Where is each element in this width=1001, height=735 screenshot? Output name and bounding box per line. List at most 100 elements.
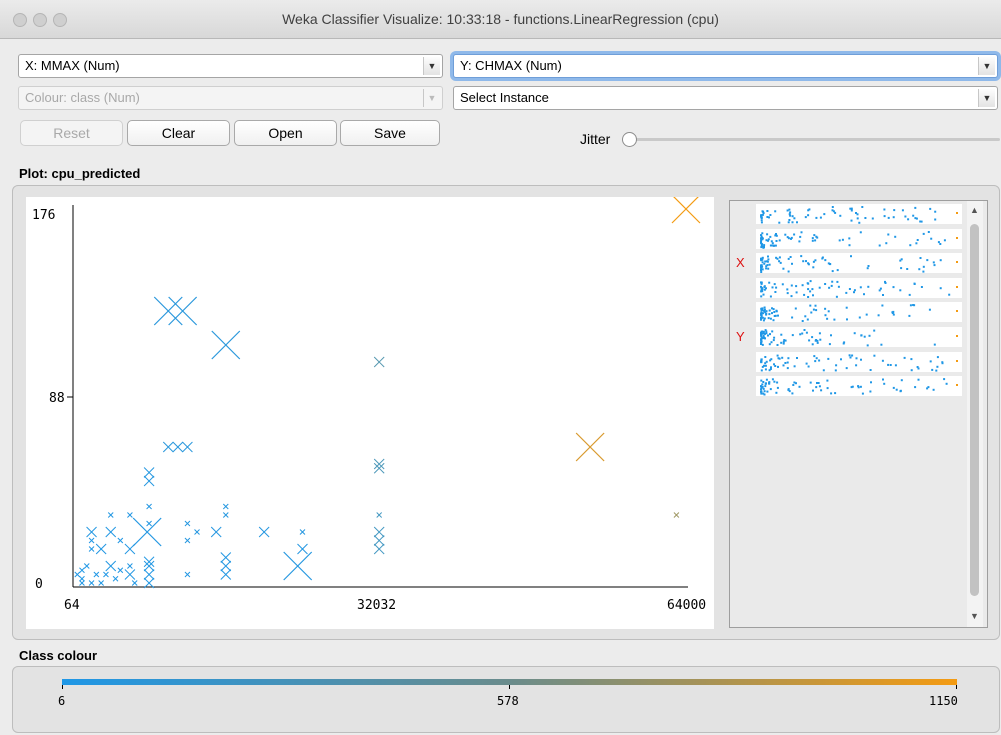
scatter-point[interactable] xyxy=(671,194,701,224)
scatter-point[interactable] xyxy=(74,571,81,578)
scatter-point[interactable] xyxy=(373,526,385,538)
scatter-point[interactable] xyxy=(283,551,313,581)
scrollbar-thumb[interactable] xyxy=(970,224,979,596)
save-button[interactable]: Save xyxy=(340,120,440,146)
scatter-point[interactable] xyxy=(79,567,85,574)
scatter-point[interactable] xyxy=(194,529,200,535)
scatter-point[interactable] xyxy=(143,475,155,487)
scatter-point[interactable] xyxy=(146,503,152,510)
attribute-strip[interactable] xyxy=(756,277,962,298)
scatter-point[interactable] xyxy=(258,526,270,538)
scatter-point[interactable] xyxy=(127,512,133,518)
scatter-point[interactable] xyxy=(373,543,385,555)
scatter-point[interactable] xyxy=(220,552,232,563)
x-axis-marker: X xyxy=(736,255,745,271)
select-instance-select[interactable]: Select Instance ▼ xyxy=(453,86,998,110)
scatter-point[interactable] xyxy=(93,571,100,578)
attribute-strip[interactable] xyxy=(756,302,962,323)
attribute-strip[interactable] xyxy=(756,253,962,274)
scatter-point[interactable] xyxy=(117,567,124,574)
scatter-point[interactable] xyxy=(88,537,95,544)
attribute-strip[interactable] xyxy=(756,228,962,249)
scatter-point[interactable] xyxy=(88,580,95,586)
scatter-point[interactable] xyxy=(168,296,198,326)
attribute-strip[interactable] xyxy=(756,351,962,372)
x-tick-label: 64 xyxy=(64,598,80,613)
scatter-point[interactable] xyxy=(376,512,383,518)
scatter-point[interactable] xyxy=(143,467,155,478)
chevron-down-icon: ▼ xyxy=(978,57,995,75)
colour-select-value: Colour: class (Num) xyxy=(25,90,140,105)
jitter-slider-handle[interactable] xyxy=(622,132,637,147)
attribute-strip[interactable] xyxy=(756,376,962,397)
chevron-down-icon: ▼ xyxy=(423,89,440,107)
y-axis-marker: Y xyxy=(736,329,745,344)
scatter-point[interactable] xyxy=(88,546,95,552)
scatter-point[interactable] xyxy=(86,526,97,538)
scatter-point[interactable] xyxy=(127,563,133,569)
scatter-point[interactable] xyxy=(131,580,138,586)
scatter-point[interactable] xyxy=(373,356,385,368)
scatter-point[interactable] xyxy=(143,556,155,568)
scatter-point[interactable] xyxy=(105,526,117,538)
scatter-point[interactable] xyxy=(83,563,90,569)
scatter-point[interactable] xyxy=(112,575,119,582)
clear-button[interactable]: Clear xyxy=(127,120,230,146)
scatter-point[interactable] xyxy=(172,441,184,453)
scatter-point[interactable] xyxy=(124,569,136,580)
scatter-point[interactable] xyxy=(182,441,193,453)
scatter-point[interactable] xyxy=(673,512,680,518)
attribute-strip[interactable] xyxy=(756,327,962,347)
scatter-point[interactable] xyxy=(222,512,229,518)
jitter-label: Jitter xyxy=(580,131,611,147)
scatter-point[interactable] xyxy=(373,535,385,546)
scatter-point[interactable] xyxy=(184,571,191,578)
scatter-point[interactable] xyxy=(184,520,191,527)
scatter-point[interactable] xyxy=(143,569,155,580)
plot-heading: Plot: cpu_predicted xyxy=(19,166,141,181)
scatter-point[interactable] xyxy=(299,529,306,535)
scroll-down-icon[interactable]: ▼ xyxy=(970,611,979,621)
scatter-plot[interactable]: 176 88 0 64 32032 64000 xyxy=(26,194,714,629)
open-button[interactable]: Open xyxy=(234,120,337,146)
scatter-point[interactable] xyxy=(162,441,174,453)
scatter-point[interactable] xyxy=(117,537,124,544)
class-colour-heading: Class colour xyxy=(19,648,98,663)
reset-button[interactable]: Reset xyxy=(20,120,123,146)
colour-mid-label: 578 xyxy=(497,694,519,708)
x-tick-label: 32032 xyxy=(357,598,396,613)
scatter-point[interactable] xyxy=(105,560,117,572)
x-axis-select[interactable]: X: MMAX (Num) ▼ xyxy=(18,54,443,78)
scatter-point[interactable] xyxy=(79,575,85,582)
scatter-point[interactable] xyxy=(297,543,308,555)
scatter-point[interactable] xyxy=(95,543,107,555)
attribute-panel-scrollbar[interactable]: ▲ ▼ xyxy=(967,201,983,627)
y-axis-select[interactable]: Y: CHMAX (Num) ▼ xyxy=(453,54,998,78)
scatter-point[interactable] xyxy=(103,571,109,578)
scatter-point[interactable] xyxy=(79,580,85,586)
chevron-down-icon: ▼ xyxy=(978,89,995,107)
scatter-point[interactable] xyxy=(184,537,191,544)
scatter-point[interactable] xyxy=(124,543,136,555)
scatter-point[interactable] xyxy=(373,462,385,474)
scatter-point[interactable] xyxy=(220,560,232,572)
attribute-panel[interactable]: X Y ▲ ▼ xyxy=(729,200,988,628)
scatter-point[interactable] xyxy=(146,520,152,527)
jitter-slider-track[interactable] xyxy=(625,138,1000,141)
scatter-point[interactable] xyxy=(373,458,385,470)
scatter-point[interactable] xyxy=(220,569,232,580)
colour-select[interactable]: Colour: class (Num) ▼ xyxy=(18,86,443,110)
attribute-strip[interactable] xyxy=(756,204,962,224)
scatter-plot-svg[interactable]: 176 88 0 64 32032 64000 xyxy=(26,194,714,629)
scroll-up-icon[interactable]: ▲ xyxy=(970,205,979,215)
colour-max-label: 1150 xyxy=(929,694,958,708)
scatter-point[interactable] xyxy=(153,296,183,326)
scatter-point[interactable] xyxy=(210,526,222,538)
scatter-point[interactable] xyxy=(211,330,241,360)
y-tick-label: 176 xyxy=(32,208,55,223)
scatter-point[interactable] xyxy=(98,580,105,586)
scatter-point[interactable] xyxy=(107,512,114,518)
scatter-point[interactable] xyxy=(222,503,229,510)
scatter-point[interactable] xyxy=(575,432,605,462)
scatter-point[interactable] xyxy=(143,560,155,572)
